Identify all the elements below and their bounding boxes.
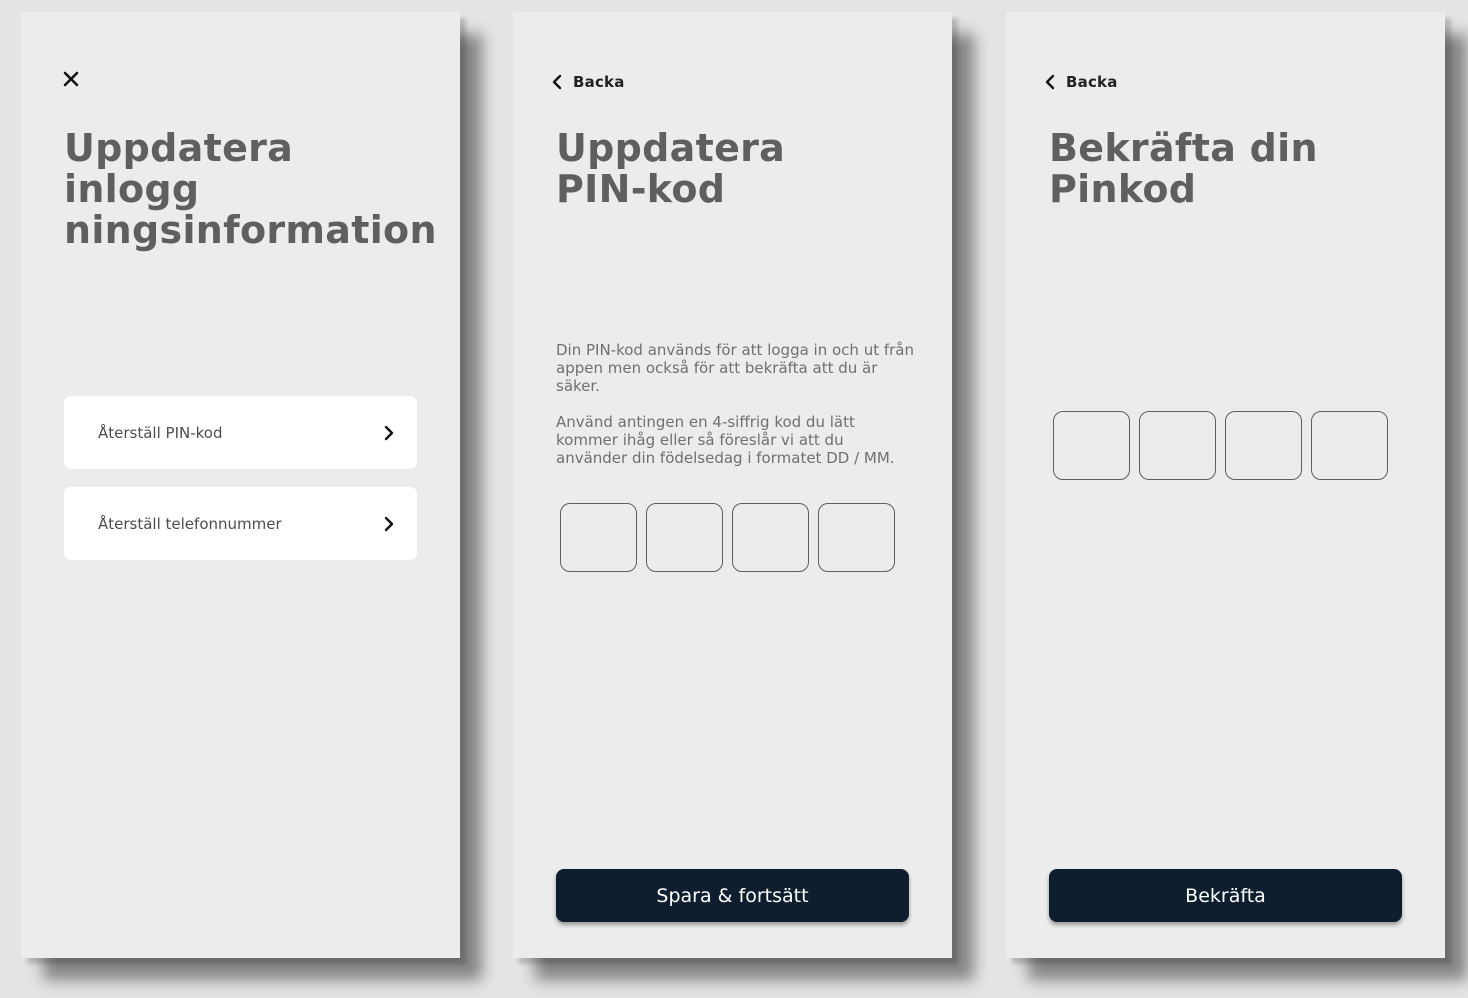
chevron-right-icon [383, 516, 395, 532]
chevron-right-icon [383, 425, 395, 441]
reset-pin-button[interactable]: Återställ PIN-kod [64, 396, 417, 469]
screen-update-pin: Backa Uppdatera PIN-kod Din PIN-kod anvä… [513, 12, 952, 958]
chevron-left-icon [1044, 74, 1056, 90]
screen-update-login-info: Uppdatera inlogg ningsinformation Återst… [21, 12, 460, 958]
description-paragraph: Din PIN-kod används för att logga in och… [556, 341, 915, 395]
page-title: Bekräfta din Pinkod [1049, 126, 1318, 211]
chevron-left-icon [551, 74, 563, 90]
close-icon [63, 71, 79, 87]
confirm-button[interactable]: Bekräfta [1049, 869, 1402, 922]
description-paragraph: Använd antingen en 4-siffrig kod du lätt… [556, 413, 895, 467]
pin-digit-input[interactable] [1139, 411, 1216, 480]
back-button[interactable]: Backa [1044, 70, 1118, 94]
back-label: Backa [1066, 73, 1118, 91]
close-button[interactable] [59, 67, 83, 91]
pin-digit-input[interactable] [1225, 411, 1302, 480]
pin-digit-input[interactable] [560, 503, 637, 572]
pin-input-group [560, 503, 895, 572]
back-label: Backa [573, 73, 625, 91]
back-button[interactable]: Backa [551, 70, 625, 94]
pin-input-group [1053, 411, 1388, 480]
reset-phone-number-button[interactable]: Återställ telefonnummer [64, 487, 417, 560]
pin-digit-input[interactable] [818, 503, 895, 572]
reset-pin-label: Återställ PIN-kod [98, 423, 223, 442]
pin-description: Din PIN-kod används för att logga in och… [556, 341, 916, 485]
pin-digit-input[interactable] [1053, 411, 1130, 480]
pin-digit-input[interactable] [732, 503, 809, 572]
pin-digit-input[interactable] [646, 503, 723, 572]
reset-phone-number-label: Återställ telefonnummer [98, 514, 282, 533]
pin-digit-input[interactable] [1311, 411, 1388, 480]
page-title: Uppdatera PIN-kod [556, 126, 786, 211]
screen-confirm-pin: Backa Bekräfta din Pinkod Bekräfta [1006, 12, 1445, 958]
save-and-continue-button[interactable]: Spara & fortsätt [556, 869, 909, 922]
page-title: Uppdatera inlogg ningsinformation [64, 126, 437, 252]
